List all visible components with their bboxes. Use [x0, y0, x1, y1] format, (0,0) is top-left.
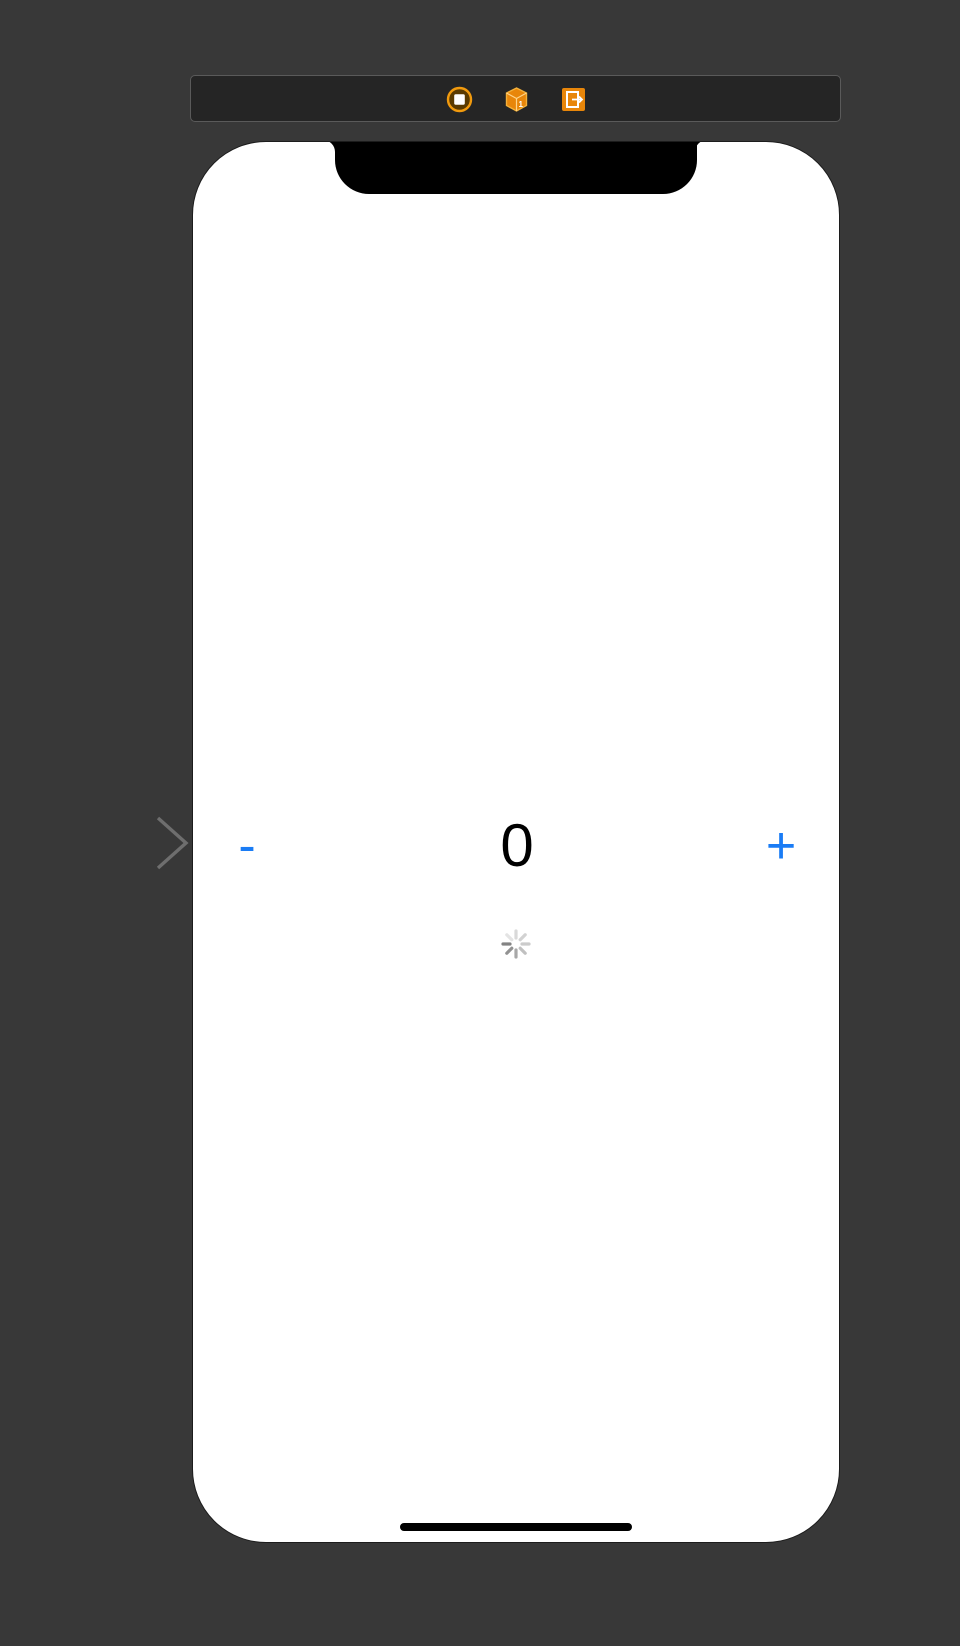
device-notch	[335, 142, 697, 194]
first-responder-icon[interactable]: 1	[503, 86, 530, 113]
iphone-device-frame: - 0 +	[192, 141, 840, 1543]
svg-text:1: 1	[519, 100, 524, 109]
counter-row: - 0 +	[193, 806, 839, 886]
entry-arrow-icon[interactable]	[30, 815, 192, 873]
increment-button[interactable]: +	[753, 806, 809, 886]
scene-dock: 1	[190, 75, 841, 122]
spinner-icon	[499, 927, 533, 961]
decrement-button[interactable]: -	[219, 806, 275, 886]
exit-icon[interactable]	[560, 86, 587, 113]
view-controller-icon[interactable]	[446, 86, 473, 113]
count-label: 0	[500, 812, 534, 879]
home-indicator[interactable]	[400, 1523, 632, 1531]
storyboard-canvas[interactable]: 1 - 0 +	[0, 0, 960, 1646]
